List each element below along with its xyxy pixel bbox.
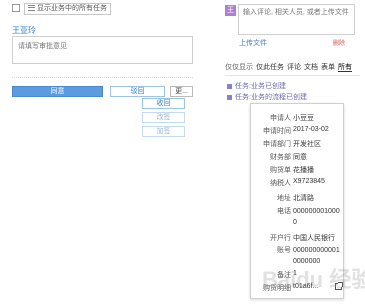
grid-icon — [227, 83, 232, 89]
withdraw-menu-item[interactable]: 收回 — [142, 98, 185, 109]
detail-label: 纳税人 — [270, 180, 291, 187]
filter-prefix: 仅仅显示 — [225, 64, 253, 71]
add-signer-menu-item[interactable]: 加签 — [142, 126, 185, 137]
detail-value: 开发社区 — [293, 141, 321, 148]
detail-row-apply-time: 申请时间 2017-03-02 — [251, 126, 345, 138]
task-filter-toggle[interactable]: 显示业务中的所有任务 — [24, 3, 111, 15]
watermark: Baidu 经验 — [262, 267, 365, 292]
detail-value: 花播播 — [293, 167, 314, 174]
activity-log-item[interactable]: 任务:业务已创建 — [227, 81, 286, 91]
detail-label: 购货单 — [270, 167, 291, 174]
task-filter-label: 显示业务中的所有任务 — [37, 5, 107, 12]
avatar: 王 — [225, 5, 236, 16]
detail-label: 申请部门 — [263, 141, 291, 148]
filter-option-forms[interactable]: 表单 — [321, 64, 335, 71]
reassign-menu-item[interactable]: 改签 — [142, 112, 185, 123]
detail-row-bank: 开户行 中国人民银行 — [251, 233, 345, 245]
upload-file-link[interactable]: 上传文件 — [239, 38, 267, 48]
approve-button[interactable]: 同意 — [12, 86, 103, 97]
detail-row-phone: 电话 0000000010000 — [251, 206, 345, 230]
detail-label: 财务部 — [270, 154, 291, 161]
activity-log-item[interactable]: 任务:业务的流程已创建 — [227, 92, 307, 102]
show-all-tasks-checkbox[interactable] — [12, 4, 20, 12]
detail-value: 0000000010000 — [293, 208, 340, 226]
activity-log-text: 任务:业务已创建 — [235, 83, 286, 90]
detail-value: 同意 — [293, 154, 307, 161]
approval-opinion-input[interactable] — [12, 36, 193, 64]
list-icon — [28, 5, 35, 12]
detail-value: X9723845 — [293, 178, 325, 185]
more-button[interactable]: 更... — [170, 86, 193, 97]
detail-value: 北清路 — [293, 195, 314, 202]
detail-row-address: 地址 北清路 — [251, 193, 345, 205]
filter-option-comments[interactable]: 评论 — [287, 64, 301, 71]
more-actions-menu: 收回 改签 加签 — [142, 98, 185, 140]
comment-input[interactable] — [238, 4, 355, 35]
detail-row-taxpayer: 纳税人 X9723845 — [251, 178, 345, 190]
approver-name: 王亚玲 — [12, 26, 36, 35]
detail-label: 开户行 — [270, 235, 291, 242]
filter-option-all[interactable]: 所有 — [338, 64, 352, 72]
detail-row-finance: 财务部 同意 — [251, 152, 345, 164]
reject-button[interactable]: 驳回 — [110, 86, 165, 97]
activity-log-text: 任务:业务的流程已创建 — [235, 94, 307, 101]
detail-row-department: 申请部门 开发社区 — [251, 139, 345, 151]
detail-row-buyer: 购货单 花播播 — [251, 165, 345, 177]
detail-row-applicant: 申请人 小豆豆 — [251, 113, 345, 125]
detail-value: 中国人民银行 — [293, 235, 335, 242]
delete-link[interactable]: 删除 — [333, 38, 345, 47]
detail-label: 电话 — [277, 208, 291, 215]
filter-option-documents[interactable]: 文档 — [304, 64, 318, 71]
detail-label: 地址 — [277, 195, 291, 202]
grid-icon — [227, 94, 232, 100]
detail-value: 2017-03-02 — [293, 126, 329, 133]
detail-label: 申请人 — [270, 115, 291, 122]
filter-option-this-task[interactable]: 仅此任务 — [256, 64, 284, 71]
divider — [12, 77, 193, 78]
detail-value: 小豆豆 — [293, 115, 314, 122]
detail-label: 账号 — [277, 247, 291, 254]
detail-label: 申请时间 — [263, 128, 291, 135]
activity-filter: 仅仅显示 仅此任务 评论 文档 表单 所有 — [225, 62, 360, 76]
